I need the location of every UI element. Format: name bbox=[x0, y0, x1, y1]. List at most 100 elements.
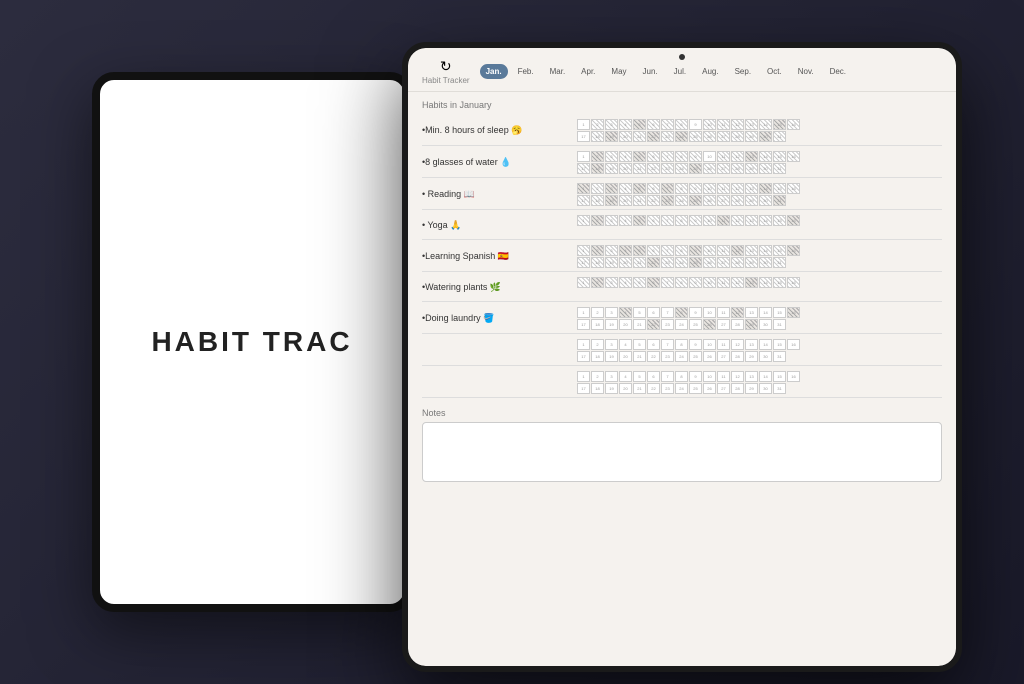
r30[interactable]: 30 bbox=[759, 195, 772, 206]
day-23[interactable]: 23 bbox=[661, 131, 674, 142]
w19[interactable]: 19 bbox=[605, 163, 618, 174]
r9[interactable]: 9 bbox=[689, 183, 702, 194]
w10[interactable]: 10 bbox=[703, 151, 716, 162]
e2-10[interactable]: 10 bbox=[703, 371, 716, 382]
s19[interactable]: 19 bbox=[605, 257, 618, 268]
r2[interactable]: 2 bbox=[591, 183, 604, 194]
e2-21[interactable]: 21 bbox=[633, 383, 646, 394]
s25[interactable]: 25 bbox=[689, 257, 702, 268]
r13[interactable]: 13 bbox=[745, 183, 758, 194]
e1-12[interactable]: 12 bbox=[731, 339, 744, 350]
l25[interactable]: 25 bbox=[689, 319, 702, 330]
e2-25[interactable]: 25 bbox=[689, 383, 702, 394]
day-7[interactable]: 7 bbox=[661, 119, 674, 130]
day-6[interactable]: 6 bbox=[647, 119, 660, 130]
e1-27[interactable]: 27 bbox=[717, 351, 730, 362]
w6[interactable]: 6 bbox=[647, 151, 660, 162]
y7[interactable]: 7 bbox=[661, 215, 674, 226]
e2-16[interactable]: 16 bbox=[787, 371, 800, 382]
p2[interactable]: 2 bbox=[591, 277, 604, 288]
w20[interactable]: 20 bbox=[619, 163, 632, 174]
r5[interactable]: 5 bbox=[633, 183, 646, 194]
w11[interactable]: 11 bbox=[717, 151, 730, 162]
e2-14[interactable]: 14 bbox=[759, 371, 772, 382]
l5[interactable]: 5 bbox=[633, 307, 646, 318]
r11[interactable]: 11 bbox=[717, 183, 730, 194]
month-tab-nov[interactable]: Nov. bbox=[792, 64, 820, 79]
s12[interactable]: 12 bbox=[731, 245, 744, 256]
r16[interactable]: 16 bbox=[787, 183, 800, 194]
y4[interactable]: 4 bbox=[619, 215, 632, 226]
e2-11[interactable]: 11 bbox=[717, 371, 730, 382]
l30[interactable]: 30 bbox=[759, 319, 772, 330]
e2-18[interactable]: 18 bbox=[591, 383, 604, 394]
e2-20[interactable]: 20 bbox=[619, 383, 632, 394]
e2-24[interactable]: 24 bbox=[675, 383, 688, 394]
l22[interactable]: 22 bbox=[647, 319, 660, 330]
e1-26[interactable]: 26 bbox=[703, 351, 716, 362]
e1-24[interactable]: 24 bbox=[675, 351, 688, 362]
w5[interactable]: 5 bbox=[633, 151, 646, 162]
r15[interactable]: 15 bbox=[773, 183, 786, 194]
w3[interactable]: 3 bbox=[605, 151, 618, 162]
month-tab-oct[interactable]: Oct. bbox=[761, 64, 788, 79]
e2-22[interactable]: 22 bbox=[647, 383, 660, 394]
day-31[interactable]: 31 bbox=[773, 131, 786, 142]
l4[interactable]: 4 bbox=[619, 307, 632, 318]
r20[interactable]: 20 bbox=[619, 195, 632, 206]
l2[interactable]: 2 bbox=[591, 307, 604, 318]
y10[interactable]: 10 bbox=[703, 215, 716, 226]
r28[interactable]: 28 bbox=[731, 195, 744, 206]
e1-7[interactable]: 7 bbox=[661, 339, 674, 350]
r10[interactable]: 10 bbox=[703, 183, 716, 194]
l1[interactable]: 1 bbox=[577, 307, 590, 318]
s5[interactable]: 5 bbox=[633, 245, 646, 256]
e2-15[interactable]: 15 bbox=[773, 371, 786, 382]
day-4[interactable]: 4 bbox=[619, 119, 632, 130]
e1-11[interactable]: 11 bbox=[717, 339, 730, 350]
s18[interactable]: 18 bbox=[591, 257, 604, 268]
p1[interactable]: 1 bbox=[577, 277, 590, 288]
y15[interactable]: 15 bbox=[773, 215, 786, 226]
e2-29[interactable]: 29 bbox=[745, 383, 758, 394]
s24[interactable]: 24 bbox=[675, 257, 688, 268]
r18[interactable]: 18 bbox=[591, 195, 604, 206]
p8[interactable]: 8 bbox=[675, 277, 688, 288]
e1-19[interactable]: 19 bbox=[605, 351, 618, 362]
y9[interactable]: 9 bbox=[689, 215, 702, 226]
w12[interactable]: 12 bbox=[731, 151, 744, 162]
e1-9[interactable]: 9 bbox=[689, 339, 702, 350]
w30[interactable]: 30 bbox=[759, 163, 772, 174]
l12[interactable]: 12 bbox=[731, 307, 744, 318]
e1-8[interactable]: 8 bbox=[675, 339, 688, 350]
l24[interactable]: 24 bbox=[675, 319, 688, 330]
y2[interactable]: 2 bbox=[591, 215, 604, 226]
p13[interactable]: 13 bbox=[745, 277, 758, 288]
l7[interactable]: 7 bbox=[661, 307, 674, 318]
day-13[interactable]: 13 bbox=[745, 119, 758, 130]
day-20[interactable]: 20 bbox=[619, 131, 632, 142]
r6[interactable]: 6 bbox=[647, 183, 660, 194]
w27[interactable]: 27 bbox=[717, 163, 730, 174]
w1[interactable]: 1 bbox=[577, 151, 590, 162]
w15[interactable]: 15 bbox=[773, 151, 786, 162]
e1-14[interactable]: 14 bbox=[759, 339, 772, 350]
e1-16[interactable]: 16 bbox=[787, 339, 800, 350]
e1-28[interactable]: 28 bbox=[731, 351, 744, 362]
month-tab-apr[interactable]: Apr. bbox=[575, 64, 601, 79]
e2-2[interactable]: 2 bbox=[591, 371, 604, 382]
day-29[interactable]: 29 bbox=[745, 131, 758, 142]
s6[interactable]: 6 bbox=[647, 245, 660, 256]
y11[interactable]: 11 bbox=[717, 215, 730, 226]
s8[interactable]: 8 bbox=[675, 245, 688, 256]
e1-31[interactable]: 31 bbox=[773, 351, 786, 362]
r1[interactable]: 1 bbox=[577, 183, 590, 194]
l3[interactable]: 3 bbox=[605, 307, 618, 318]
day-3[interactable]: 3 bbox=[605, 119, 618, 130]
e2-7[interactable]: 7 bbox=[661, 371, 674, 382]
e2-1[interactable]: 1 bbox=[577, 371, 590, 382]
day-16[interactable]: 16 bbox=[787, 119, 800, 130]
day-1[interactable]: 1 bbox=[577, 119, 590, 130]
s2[interactable]: 2 bbox=[591, 245, 604, 256]
l27[interactable]: 27 bbox=[717, 319, 730, 330]
